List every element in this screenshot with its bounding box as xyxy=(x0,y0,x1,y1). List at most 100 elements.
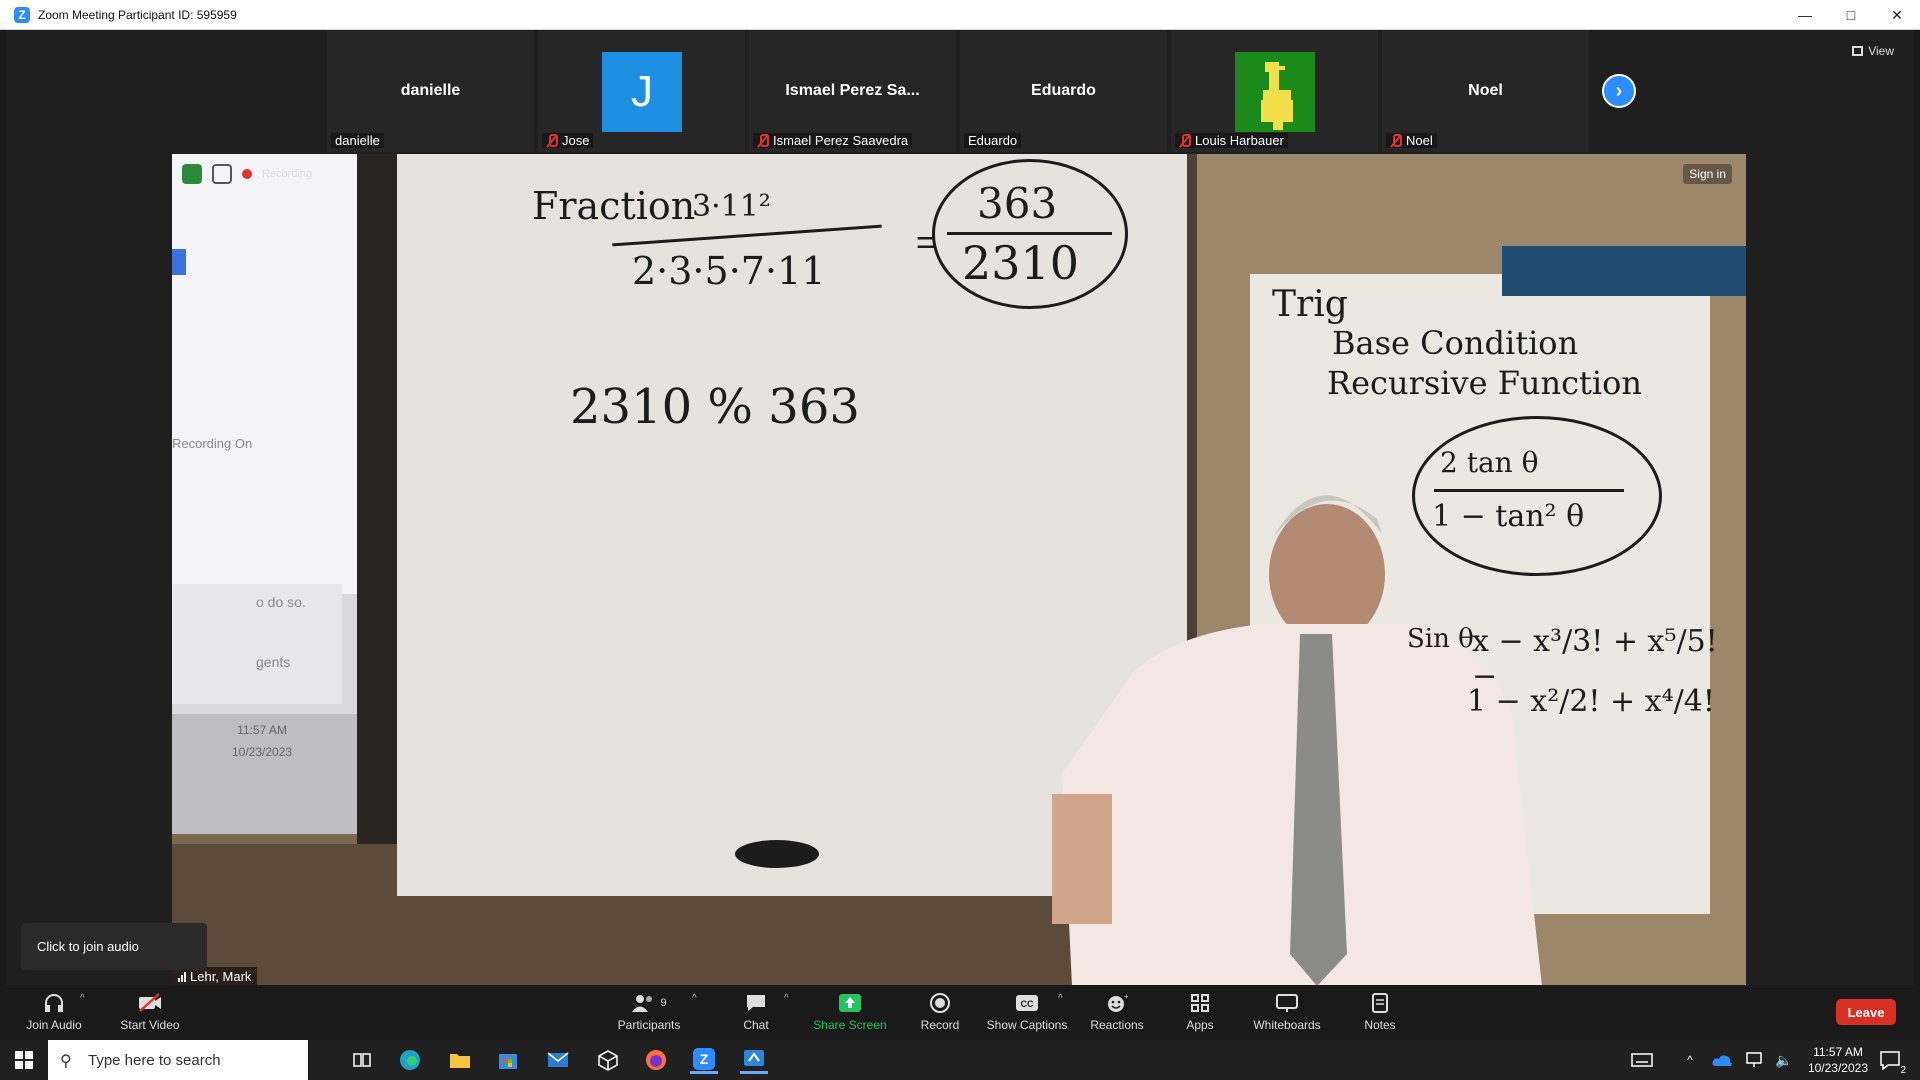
windows-start-icon[interactable] xyxy=(10,1046,38,1074)
window-title-bar: Z Zoom Meeting Participant ID: 595959 — … xyxy=(0,0,1920,30)
microsoft-store-icon[interactable] xyxy=(494,1046,522,1074)
view-button[interactable]: View xyxy=(1852,44,1894,58)
formula-numerator: 2 tan θ xyxy=(1440,446,1539,479)
taskbar-search-input[interactable]: ⚲ Type here to search xyxy=(48,1040,308,1080)
cube-app-icon[interactable] xyxy=(594,1046,622,1074)
leave-button[interactable]: Leave xyxy=(1836,999,1896,1025)
projected-meeting-controls: Recording xyxy=(182,164,312,184)
minimize-button[interactable]: — xyxy=(1782,0,1828,30)
participant-label-text: danielle xyxy=(335,133,380,148)
record-button[interactable]: Record xyxy=(910,985,970,1039)
participant-tile[interactable]: J Jose xyxy=(538,30,745,152)
apps-icon xyxy=(1190,992,1210,1014)
start-video-label: Start Video xyxy=(120,1018,180,1032)
participant-label: Louis Harbauer xyxy=(1175,133,1288,148)
participant-label-text: Jose xyxy=(562,133,590,148)
svg-text:CC: CC xyxy=(1021,999,1034,1009)
participant-label-text: Eduardo xyxy=(968,133,1018,148)
participant-display-name: danielle xyxy=(400,82,461,99)
share-screen-button[interactable]: Share Screen xyxy=(810,985,890,1039)
chat-caret-icon[interactable]: ^ xyxy=(784,993,789,1004)
participant-label: Eduardo xyxy=(964,133,1022,148)
participant-tile[interactable]: Eduardo Eduardo xyxy=(960,30,1167,152)
window-title: Zoom Meeting Participant ID: 595959 xyxy=(38,7,237,22)
participant-label: Ismael Perez Saavedra xyxy=(753,133,913,148)
remote-desktop-icon[interactable] xyxy=(740,1046,768,1074)
duck-avatar-icon xyxy=(1235,52,1315,132)
participants-count: 9 xyxy=(660,997,667,1009)
mail-icon[interactable] xyxy=(544,1046,572,1074)
start-video-button[interactable]: Start Video xyxy=(110,985,190,1039)
participant-label: Jose xyxy=(542,133,594,148)
volume-muted-icon[interactable]: 🔈 xyxy=(1770,1046,1798,1074)
participant-avatar: J xyxy=(602,52,682,132)
view-label: View xyxy=(1868,44,1894,58)
participants-icon: 9 xyxy=(631,992,667,1014)
join-audio-button[interactable]: Join Audio xyxy=(20,985,88,1039)
audio-options-caret-icon[interactable]: ^ xyxy=(80,993,85,1004)
participant-tile[interactable]: danielle danielle xyxy=(327,30,534,152)
result-numerator: 363 xyxy=(977,179,1058,228)
reactions-button[interactable]: + Reactions xyxy=(1082,985,1152,1039)
chat-label: Chat xyxy=(743,1018,769,1032)
chat-button[interactable]: Chat xyxy=(726,985,786,1039)
windows-taskbar: ⚲ Type here to search Z ^ 🔈 11:57 AM 10/… xyxy=(0,1040,1920,1080)
task-view-icon[interactable] xyxy=(348,1046,376,1074)
reactions-smiley-icon: + xyxy=(1106,992,1128,1014)
formula-fraction-bar xyxy=(1434,489,1624,492)
headphones-icon xyxy=(43,992,65,1014)
apps-button[interactable]: Apps xyxy=(1170,985,1230,1039)
whiteboard-numerator: 3·11² xyxy=(692,189,771,224)
whiteboard-denominator: 2·3·5·7·11 xyxy=(632,249,826,293)
firefox-icon[interactable] xyxy=(642,1046,670,1074)
projected-date: 10/23/2023 xyxy=(232,745,293,759)
projected-recording-label: Recording xyxy=(262,168,313,180)
whiteboards-button[interactable]: Whiteboards xyxy=(1242,985,1332,1039)
chat-bubble-icon xyxy=(745,992,767,1014)
whiteboard-right-line3: Recursive Function xyxy=(1327,364,1643,402)
sin-label: Sin θ xyxy=(1407,624,1474,654)
next-page-arrow-icon[interactable]: › xyxy=(1602,74,1636,108)
maximize-button[interactable]: □ xyxy=(1828,0,1874,30)
onedrive-cloud-icon[interactable] xyxy=(1708,1046,1736,1074)
join-audio-label: Join Audio xyxy=(26,1018,82,1032)
edge-browser-icon[interactable] xyxy=(396,1046,424,1074)
participant-label-text: Noel xyxy=(1406,133,1433,148)
file-explorer-icon[interactable] xyxy=(446,1046,474,1074)
participant-tile[interactable]: Louis Harbauer xyxy=(1171,30,1378,152)
participants-label: Participants xyxy=(617,1018,681,1032)
participant-display-name: Eduardo xyxy=(1031,82,1096,99)
whiteboard-left-line1: Fraction xyxy=(532,184,696,228)
notifications-icon[interactable]: 2 xyxy=(1876,1046,1906,1076)
zoom-taskbar-icon[interactable]: Z xyxy=(690,1046,718,1074)
close-window-button[interactable]: ✕ xyxy=(1874,0,1920,30)
reactions-label: Reactions xyxy=(1090,1018,1144,1032)
mic-muted-icon xyxy=(1179,134,1191,147)
network-icon[interactable] xyxy=(1740,1046,1768,1074)
whiteboard-right-line2: Base Condition xyxy=(1332,324,1579,362)
captions-cc-icon: CC xyxy=(1015,992,1039,1014)
participants-caret-icon[interactable]: ^ xyxy=(692,993,697,1004)
taskbar-clock[interactable]: 11:57 AM 10/23/2023 xyxy=(1808,1044,1868,1076)
mic-muted-icon xyxy=(1390,134,1402,147)
captions-caret-icon[interactable]: ^ xyxy=(1058,993,1063,1004)
participant-tile[interactable]: Noel Noel xyxy=(1382,30,1589,152)
participant-label: danielle xyxy=(331,133,384,148)
notes-button[interactable]: Notes xyxy=(1350,985,1410,1039)
grid-icon xyxy=(212,164,232,184)
zoom-logo-icon: Z xyxy=(14,6,30,23)
result-fraction-bar xyxy=(947,232,1112,235)
formula-denominator: 1 − tan² θ xyxy=(1432,499,1585,534)
keyboard-icon[interactable] xyxy=(1628,1046,1656,1074)
show-hidden-icons-chevron-icon[interactable]: ^ xyxy=(1676,1046,1704,1074)
participant-tile[interactable]: Ismael Perez Sa... Ismael Perez Saavedra xyxy=(749,30,956,152)
svg-text:+: + xyxy=(1124,993,1128,1001)
mic-muted-icon xyxy=(757,134,769,147)
formula-circle xyxy=(1412,416,1662,576)
sign-in-button[interactable]: Sign in xyxy=(1683,164,1732,184)
show-captions-label: Show Captions xyxy=(986,1018,1068,1032)
join-audio-tooltip: Click to join audio xyxy=(21,923,207,970)
projected-clock: 11:57 AM 10/23/2023 xyxy=(232,719,292,763)
signal-bars-icon xyxy=(178,971,186,982)
participants-button[interactable]: 9 Participants xyxy=(604,985,694,1039)
